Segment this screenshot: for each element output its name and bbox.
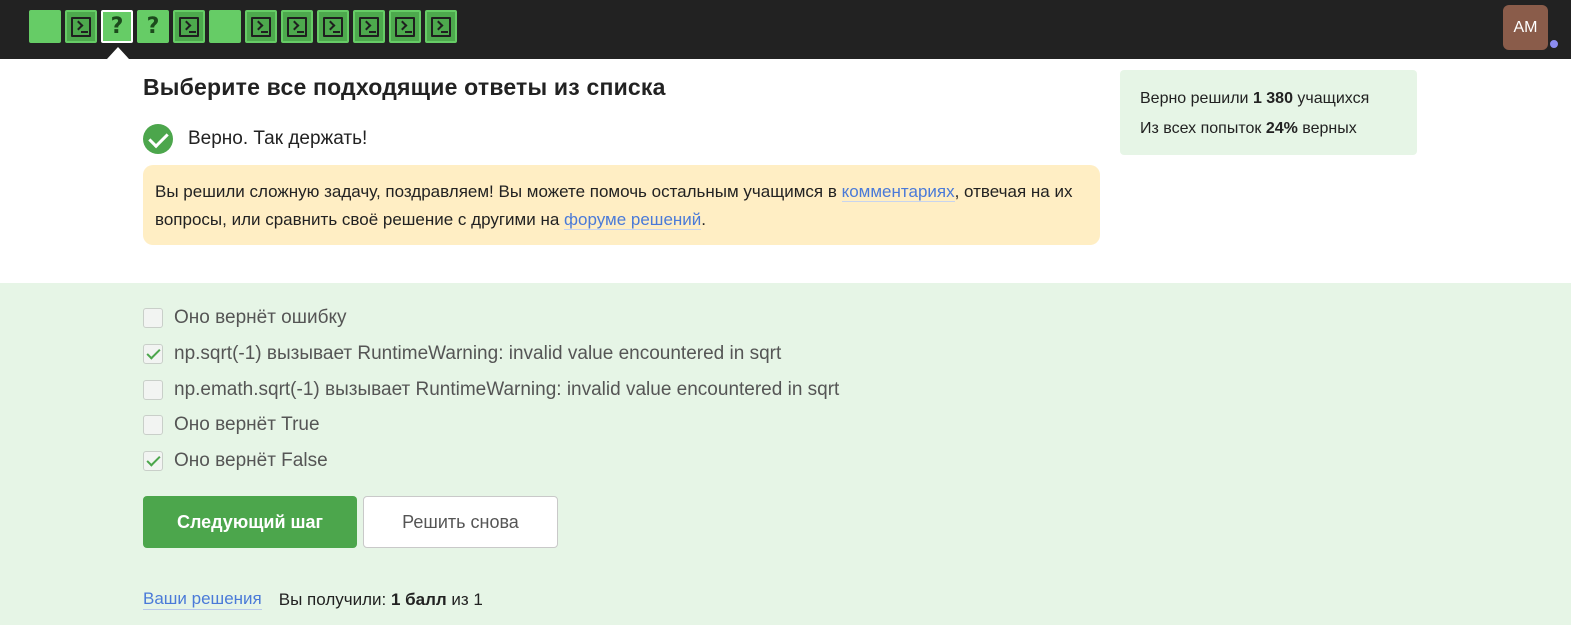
option-label: Оно вернёт ошибку (174, 307, 347, 328)
step-10-code[interactable] (353, 10, 385, 43)
solved-prefix: Верно решили (1140, 90, 1253, 107)
stats-panel: Верно решили 1 380 учащихся Из всех попы… (1120, 70, 1417, 155)
solved-suffix: учащихся (1292, 90, 1370, 107)
score-text: Вы получили: 1 балл из 1 (279, 590, 483, 610)
result-row: Верно. Так держать! (143, 124, 367, 154)
step-9-code[interactable] (317, 10, 349, 43)
question-mark-icon: ? (110, 14, 124, 39)
congrats-notice: Вы решили сложную задачу, поздравляем! В… (143, 165, 1100, 245)
attempts-prefix: Из всех попыток (1140, 120, 1266, 137)
step-12-code[interactable] (425, 10, 457, 43)
result-text: Верно. Так держать! (188, 128, 368, 149)
page-title: Выберите все подходящие ответы из списка (143, 74, 666, 100)
score-suffix: из 1 (446, 589, 483, 609)
step-2-code[interactable] (65, 10, 97, 43)
option-label: Оно вернёт False (174, 450, 328, 471)
option-5[interactable]: Оно вернёт False (143, 450, 328, 472)
terminal-icon (251, 16, 271, 37)
current-step-pointer (107, 47, 129, 59)
step-3-quiz-current[interactable]: ? (101, 10, 133, 43)
notice-text-3: . (701, 210, 707, 229)
attempts-percent: 24% (1265, 120, 1298, 137)
checkbox-checked[interactable] (143, 451, 163, 471)
terminal-icon (287, 16, 307, 37)
checkbox[interactable] (143, 380, 163, 400)
avatar-initials: AM (1513, 18, 1538, 36)
checkbox-checked[interactable] (143, 344, 163, 364)
your-solutions-link[interactable]: Ваши решения (143, 589, 262, 610)
step-8-code[interactable] (281, 10, 313, 43)
attempts-stat: Из всех попыток 24% верных (1140, 114, 1397, 144)
notice-text-1: Вы решили сложную задачу, поздравляем! В… (155, 182, 842, 201)
option-2[interactable]: np.sqrt(-1) вызывает RuntimeWarning: inv… (143, 343, 781, 365)
option-3[interactable]: np.emath.sqrt(-1) вызывает RuntimeWarnin… (143, 379, 839, 401)
top-bar: ? ? AM (0, 0, 1571, 59)
step-11-code[interactable] (389, 10, 421, 43)
lesson-steps: ? ? (29, 10, 457, 43)
option-1[interactable]: Оно вернёт ошибку (143, 307, 347, 329)
solutions-forum-link[interactable]: форуме решений (564, 210, 702, 230)
check-circle-icon (143, 124, 173, 154)
option-label: np.emath.sqrt(-1) вызывает RuntimeWarnin… (174, 379, 840, 400)
option-4[interactable]: Оно вернёт True (143, 414, 320, 436)
step-6-text[interactable] (209, 10, 241, 43)
retry-button[interactable]: Решить снова (363, 496, 558, 548)
score-prefix: Вы получили: (278, 589, 391, 609)
terminal-icon (179, 16, 199, 37)
status-dot (1549, 39, 1559, 49)
checkbox[interactable] (143, 415, 163, 435)
terminal-icon (395, 16, 415, 37)
step-1-text[interactable] (29, 10, 61, 43)
solved-stat: Верно решили 1 380 учащихся (1140, 84, 1397, 114)
next-step-button[interactable]: Следующий шаг (143, 496, 357, 548)
option-label: Оно вернёт True (174, 414, 320, 435)
question-mark-icon: ? (146, 14, 160, 39)
step-7-code[interactable] (245, 10, 277, 43)
terminal-icon (359, 16, 379, 37)
terminal-icon (323, 16, 343, 37)
terminal-icon (431, 16, 451, 37)
option-label: np.sqrt(-1) вызывает RuntimeWarning: inv… (174, 343, 782, 364)
comments-link[interactable]: комментариях (841, 182, 955, 202)
attempts-suffix: верных (1297, 120, 1357, 137)
checkbox[interactable] (143, 308, 163, 328)
step-4-quiz[interactable]: ? (137, 10, 169, 43)
solved-count: 1 380 (1252, 90, 1293, 107)
footer-row: Ваши решения Вы получили: 1 балл из 1 (143, 589, 483, 610)
user-avatar[interactable]: AM (1503, 5, 1548, 50)
score-value: 1 балл (390, 589, 447, 609)
terminal-icon (71, 16, 91, 37)
step-5-code[interactable] (173, 10, 205, 43)
